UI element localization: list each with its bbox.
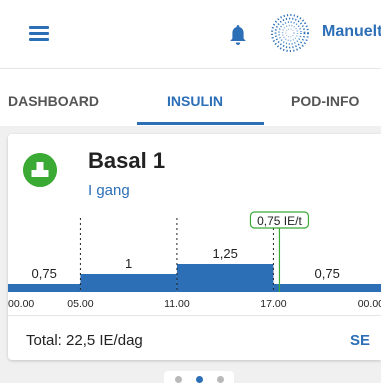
divider — [8, 315, 381, 316]
tab-bar: DASHBOARD INSULIN POD-INFO — [0, 68, 381, 126]
tab-insulin[interactable]: INSULIN — [167, 93, 223, 109]
menu-icon[interactable] — [29, 26, 49, 42]
rate-label: 0,75 — [315, 266, 340, 281]
rate-bar — [80, 274, 177, 292]
x-tick-label: 17.00 — [260, 298, 286, 310]
x-tick-label: 11.00 — [164, 298, 190, 310]
page-dot[interactable] — [217, 376, 224, 383]
basal-program-icon — [23, 153, 57, 187]
program-name: Basal 1 — [88, 148, 166, 173]
page-dot-active[interactable] — [196, 376, 203, 383]
x-tick-label: 00.00 — [358, 298, 381, 310]
rate-label: 1,25 — [213, 246, 238, 261]
tab-pod-info[interactable]: POD-INFO — [291, 93, 359, 109]
rate-bar — [176, 264, 274, 292]
x-tick-label: 05.00 — [67, 298, 93, 310]
page-dot[interactable] — [175, 376, 182, 383]
x-tick-label: 00.00 — [8, 298, 34, 310]
mode-label[interactable]: Manuelt — [322, 23, 381, 41]
rate-bar — [273, 284, 381, 292]
active-tab-indicator — [137, 122, 264, 125]
tab-dashboard[interactable]: DASHBOARD — [8, 93, 99, 109]
content-area: Basal 1 I gang 0,75 1 1,25 0,75 00.00 05.00 11… — [0, 126, 381, 383]
top-app-bar: Manuelt — [0, 0, 381, 68]
current-rate-label: 0,75 IE/t — [257, 214, 302, 228]
pod-logo-icon — [271, 14, 309, 52]
see-button[interactable]: SE — [350, 332, 370, 349]
rate-label: 1 — [125, 256, 132, 271]
program-status: I gang — [88, 182, 130, 199]
bell-icon[interactable] — [229, 24, 247, 46]
rate-bar — [8, 284, 81, 292]
daily-total: Total: 22,5 IE/dag — [26, 332, 143, 349]
basal-program-card: Basal 1 I gang 0,75 1 1,25 0,75 00.00 05.00 11… — [8, 134, 381, 360]
page-indicator — [164, 371, 234, 383]
rate-label: 0,75 — [32, 266, 57, 281]
basal-rate-chart: 0,75 1 1,25 0,75 00.00 05.00 11.00 17.00 00.00 0,… — [8, 211, 381, 310]
